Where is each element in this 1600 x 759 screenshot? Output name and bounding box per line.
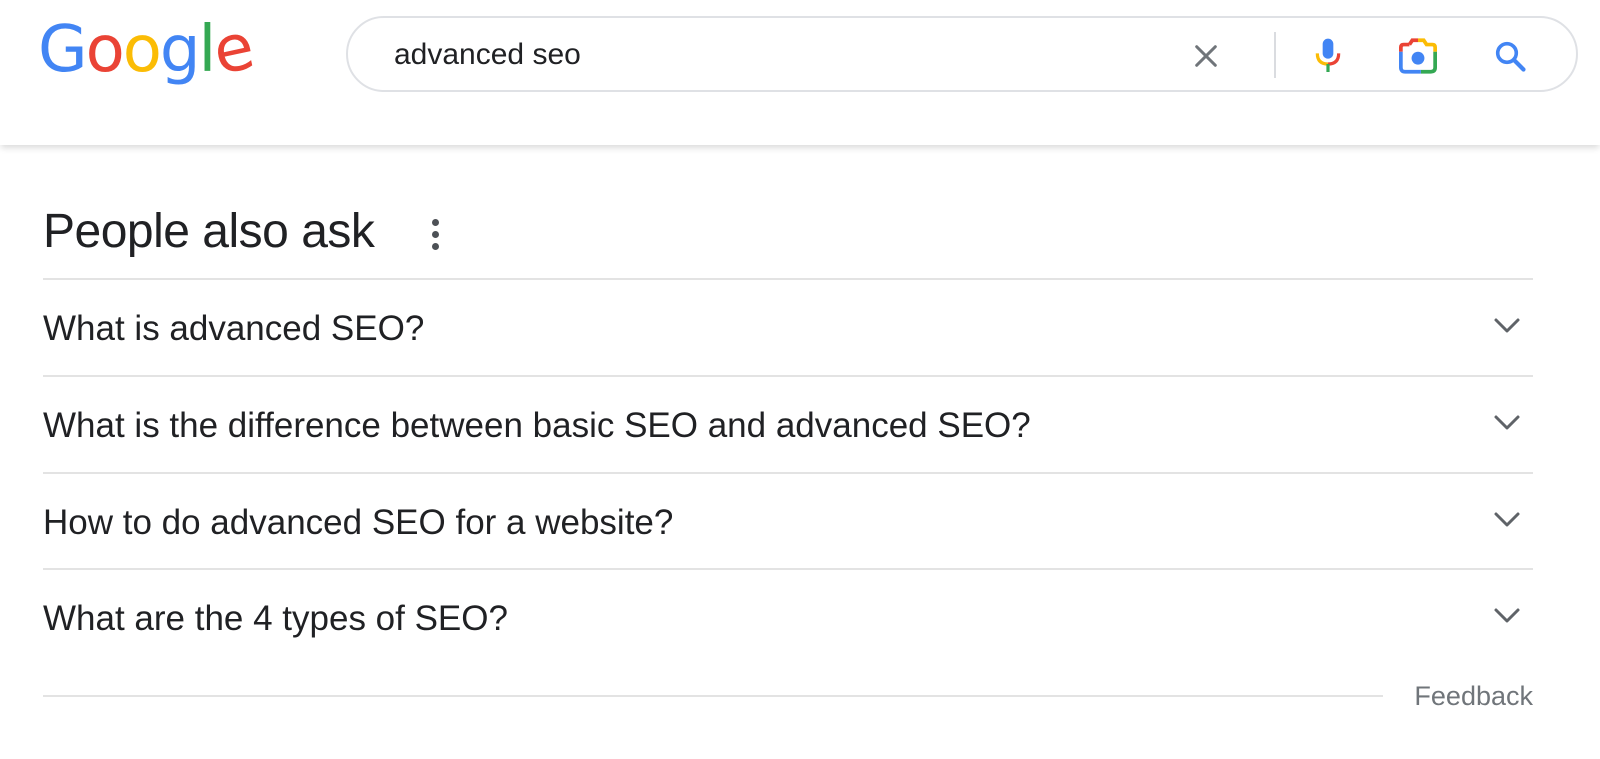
search-header: Google advanced seo bbox=[0, 0, 1600, 145]
search-divider bbox=[1274, 32, 1276, 78]
chevron-down-icon[interactable] bbox=[1493, 413, 1521, 433]
chevron-down-icon[interactable] bbox=[1493, 316, 1521, 336]
question-text: What is advanced SEO? bbox=[43, 309, 425, 348]
question-text: What are the 4 types of SEO? bbox=[43, 599, 508, 638]
logo-letter: e bbox=[207, 9, 259, 91]
google-logo[interactable]: Google bbox=[38, 10, 259, 90]
question-text: What is the difference between basic SEO… bbox=[43, 406, 1031, 445]
chevron-down-icon[interactable] bbox=[1493, 606, 1521, 626]
feedback-link[interactable]: Feedback bbox=[1414, 680, 1533, 712]
question-text: How to do advanced SEO for a website? bbox=[43, 503, 674, 542]
paa-heading: People also ask bbox=[43, 205, 375, 258]
logo-letter: o bbox=[122, 13, 162, 87]
search-input[interactable]: advanced seo bbox=[394, 37, 581, 73]
search-icon[interactable] bbox=[1488, 34, 1532, 78]
kebab-menu-icon[interactable] bbox=[423, 212, 447, 256]
search-box[interactable]: advanced seo bbox=[346, 16, 1578, 92]
camera-lens-icon[interactable] bbox=[1396, 34, 1440, 78]
question-row[interactable]: How to do advanced SEO for a website? bbox=[43, 474, 1533, 568]
question-row[interactable]: What is advanced SEO? bbox=[43, 280, 1533, 374]
question-row[interactable]: What are the 4 types of SEO? bbox=[43, 570, 1533, 664]
logo-letter: G bbox=[38, 13, 88, 87]
clear-icon[interactable] bbox=[1184, 34, 1228, 78]
question-row[interactable]: What is the difference between basic SEO… bbox=[43, 377, 1533, 471]
feedback-divider bbox=[43, 695, 1383, 697]
logo-letter: o bbox=[85, 13, 125, 87]
chevron-down-icon[interactable] bbox=[1493, 510, 1521, 530]
microphone-icon[interactable] bbox=[1306, 34, 1350, 78]
logo-letter: g bbox=[159, 13, 201, 87]
